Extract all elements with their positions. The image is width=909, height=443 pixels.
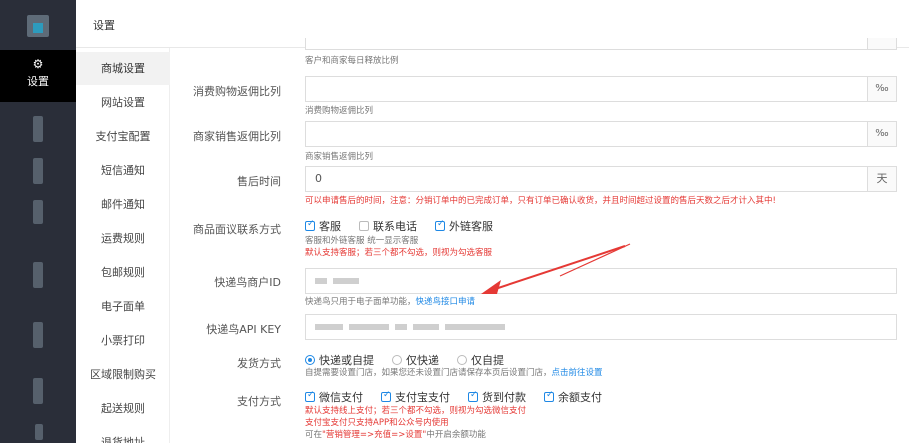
kdn-key-input[interactable] — [305, 314, 897, 340]
after-sale-help: 可以申请售后的时间，注意：分销订单中的已完成订单，只有订单已确认收货，并且时间超… — [305, 196, 776, 206]
release-rate-addon — [867, 38, 897, 50]
kdn-apply-link[interactable]: 快递鸟接口申请 — [416, 297, 476, 307]
app-logo — [27, 15, 49, 37]
submenu-item[interactable]: 邮件通知 — [76, 188, 170, 221]
consume-rate-help: 消费购物返佣比列 — [305, 106, 374, 116]
option-label: 货到付款 — [482, 391, 526, 404]
permille-addon: ‰ — [867, 76, 897, 102]
contact-options: 客服 联系电话 外链客服 — [305, 218, 511, 234]
submenu-item[interactable]: 起送规则 — [76, 392, 170, 425]
icon-sidebar: ⚙ 设置 — [0, 0, 76, 443]
settings-submenu: 商城设置 网站设置 支付宝配置 短信通知 邮件通知 运费规则 包邮规则 电子面单… — [76, 48, 170, 443]
after-sale-input[interactable]: 0 — [305, 166, 868, 192]
masked-value — [315, 278, 327, 284]
permille-addon: ‰ — [867, 121, 897, 147]
release-rate-help: 客户和商家每日释放比例 — [305, 56, 399, 66]
nav-item-blurred[interactable] — [33, 200, 43, 224]
masked-value — [413, 324, 439, 330]
checkbox-checked-icon — [435, 219, 445, 231]
option-label: 微信支付 — [319, 391, 363, 404]
kdn-id-help: 快递鸟只用于电子面单功能，快递鸟接口申请 — [305, 295, 475, 307]
submenu-item[interactable]: 电子面单 — [76, 290, 170, 323]
days-addon: 天 — [867, 166, 897, 192]
masked-value — [445, 324, 505, 330]
nav-item-blurred[interactable] — [33, 322, 43, 348]
contact-option-external[interactable]: 外链客服 — [435, 218, 493, 234]
radio-unselected-icon — [392, 355, 402, 365]
release-rate-input[interactable] — [305, 38, 897, 50]
settings-form: 客户和商家每日释放比例 消费购物返佣比列 ‰ 消费购物返佣比列 商家销售返佣比列… — [170, 38, 909, 443]
page-title: 设置 — [93, 19, 115, 32]
option-label: 联系电话 — [373, 220, 417, 233]
submenu-item[interactable]: 商城设置 — [76, 52, 170, 85]
checkbox-checked-icon — [305, 390, 315, 402]
masked-value — [395, 324, 407, 330]
contact-help-red: 默认支持客服；若三个都不勾选，则视为勾选客服 — [305, 248, 493, 258]
submenu-item[interactable]: 支付宝配置 — [76, 120, 170, 153]
gear-icon: ⚙ — [32, 57, 44, 71]
store-settings-link[interactable]: 点击前往设置 — [552, 368, 603, 378]
nav-item-settings-label: 设置 — [27, 75, 49, 88]
submenu-item[interactable]: 小票打印 — [76, 324, 170, 357]
contact-option-phone[interactable]: 联系电话 — [359, 218, 417, 234]
submenu-item[interactable]: 退货地址 — [76, 426, 170, 443]
checkbox-checked-icon — [468, 390, 478, 402]
kdn-id-input[interactable] — [305, 268, 897, 294]
submenu-item[interactable]: 区域限制购买 — [76, 358, 170, 391]
payment-help-red-2: 支付宝支付只支持APP和公众号内使用 — [305, 418, 449, 428]
submenu-item[interactable]: 包邮规则 — [76, 256, 170, 289]
nav-item-blurred[interactable] — [33, 262, 43, 288]
masked-value — [315, 324, 343, 330]
submenu-item[interactable]: 短信通知 — [76, 154, 170, 187]
submenu-item[interactable]: 网站设置 — [76, 86, 170, 119]
checkbox-checked-icon — [305, 219, 315, 231]
merchant-rate-input[interactable] — [305, 121, 868, 147]
kdn-id-help-text: 快递鸟只用于电子面单功能， — [305, 297, 416, 307]
checkbox-unchecked-icon — [359, 221, 369, 231]
kdn-id-label: 快递鸟商户ID — [214, 276, 281, 289]
after-sale-label: 售后时间 — [237, 175, 281, 188]
nav-item-blurred[interactable] — [33, 158, 43, 184]
payment-option-alipay[interactable]: 支付宝支付 — [381, 389, 450, 405]
contact-option-service[interactable]: 客服 — [305, 218, 341, 234]
payment-help-3-pre: 可在 — [305, 430, 323, 440]
kdn-key-label: 快递鸟API KEY — [206, 323, 281, 336]
payment-option-balance[interactable]: 余额支付 — [544, 389, 602, 405]
payment-help-red-1: 默认支持线上支付；若三个都不勾选，则视为勾选微信支付 — [305, 406, 527, 416]
payment-help-3-highlight: "营销管理=>充值=>设置" — [322, 430, 427, 440]
nav-item-settings[interactable]: ⚙ 设置 — [0, 50, 76, 102]
merchant-rate-label: 商家销售返佣比列 — [193, 130, 281, 143]
payment-help-3: 可在"营销管理=>充值=>设置"中开启余额功能 — [305, 428, 486, 440]
radio-selected-icon — [305, 355, 315, 365]
masked-value — [333, 278, 359, 284]
app-window: ⚙ 设置 设置 商城设置 网站设置 支付宝配置 短信通知 邮件通知 运费规则 包… — [0, 0, 909, 443]
delivery-help: 自提需要设置门店，如果您还未设置门店请保存本页后设置门店，点击前往设置 — [305, 366, 603, 378]
option-label: 余额支付 — [558, 391, 602, 404]
delivery-label: 发货方式 — [237, 357, 281, 370]
checkbox-checked-icon — [381, 390, 391, 402]
payment-option-wechat[interactable]: 微信支付 — [305, 389, 363, 405]
payment-help-3-post: 中开启余额功能 — [426, 430, 486, 440]
option-label: 客服 — [319, 220, 341, 233]
payment-label: 支付方式 — [237, 395, 281, 408]
delivery-help-text: 自提需要设置门店，如果您还未设置门店请保存本页后设置门店， — [305, 368, 552, 378]
nav-item-blurred[interactable] — [35, 424, 43, 440]
checkbox-checked-icon — [544, 390, 554, 402]
consume-rate-label: 消费购物返佣比列 — [193, 85, 281, 98]
consume-rate-input[interactable] — [305, 76, 868, 102]
masked-value — [349, 324, 389, 330]
radio-unselected-icon — [457, 355, 467, 365]
merchant-rate-help: 商家销售返佣比列 — [305, 152, 374, 162]
option-label: 支付宝支付 — [395, 391, 450, 404]
contact-help: 客服和外链客服 统一显示客服 — [305, 236, 419, 246]
nav-item-blurred[interactable] — [33, 378, 43, 404]
payment-option-cod[interactable]: 货到付款 — [468, 389, 526, 405]
option-label: 外链客服 — [449, 220, 493, 233]
contact-label: 商品面议联系方式 — [193, 223, 281, 236]
submenu-item[interactable]: 运费规则 — [76, 222, 170, 255]
payment-options: 微信支付 支付宝支付 货到付款 余额支付 — [305, 389, 620, 405]
nav-item-blurred[interactable] — [33, 116, 43, 142]
